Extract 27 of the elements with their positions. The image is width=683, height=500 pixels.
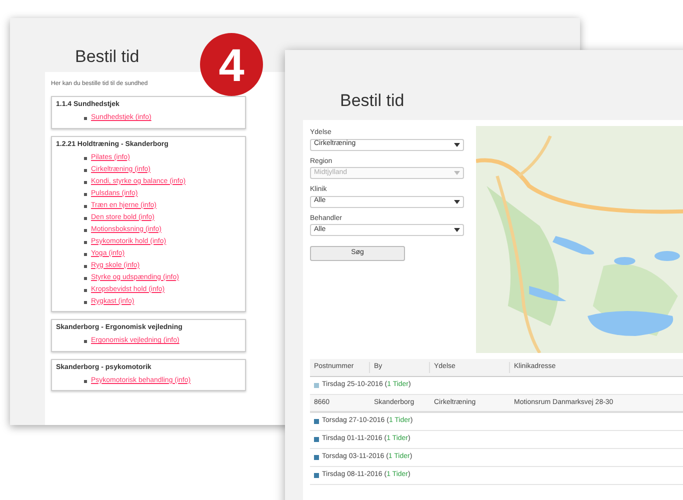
bullet-icon [84, 228, 87, 232]
bullet-icon [84, 252, 87, 256]
bullet-icon [84, 240, 87, 244]
dropdown-caret-icon [454, 171, 460, 175]
expand-icon[interactable] [314, 437, 319, 442]
bullet-icon [84, 168, 87, 172]
bullet-icon [84, 180, 87, 184]
expand-icon[interactable] [314, 473, 319, 478]
collapse-icon[interactable] [314, 383, 319, 388]
bullet-icon [84, 264, 87, 268]
bullet-icon [84, 117, 87, 120]
dropdown-caret-icon [454, 200, 460, 204]
bullet-icon [84, 288, 87, 292]
expand-icon[interactable] [314, 455, 319, 460]
bullet-icon [84, 300, 87, 304]
bullet-icon [84, 340, 87, 343]
page-title: Bestil tid [340, 91, 404, 110]
bullet-icon [84, 380, 87, 382]
bullet-icon [84, 156, 87, 160]
page-title: Bestil tid [75, 47, 140, 66]
dropdown-caret-icon [454, 228, 460, 232]
bullet-icon [84, 216, 87, 220]
bullet-icon [84, 204, 87, 208]
bullet-icon [84, 276, 87, 280]
dropdown-caret-icon [454, 142, 460, 146]
bullet-icon [84, 192, 87, 196]
expand-icon[interactable] [314, 419, 319, 424]
